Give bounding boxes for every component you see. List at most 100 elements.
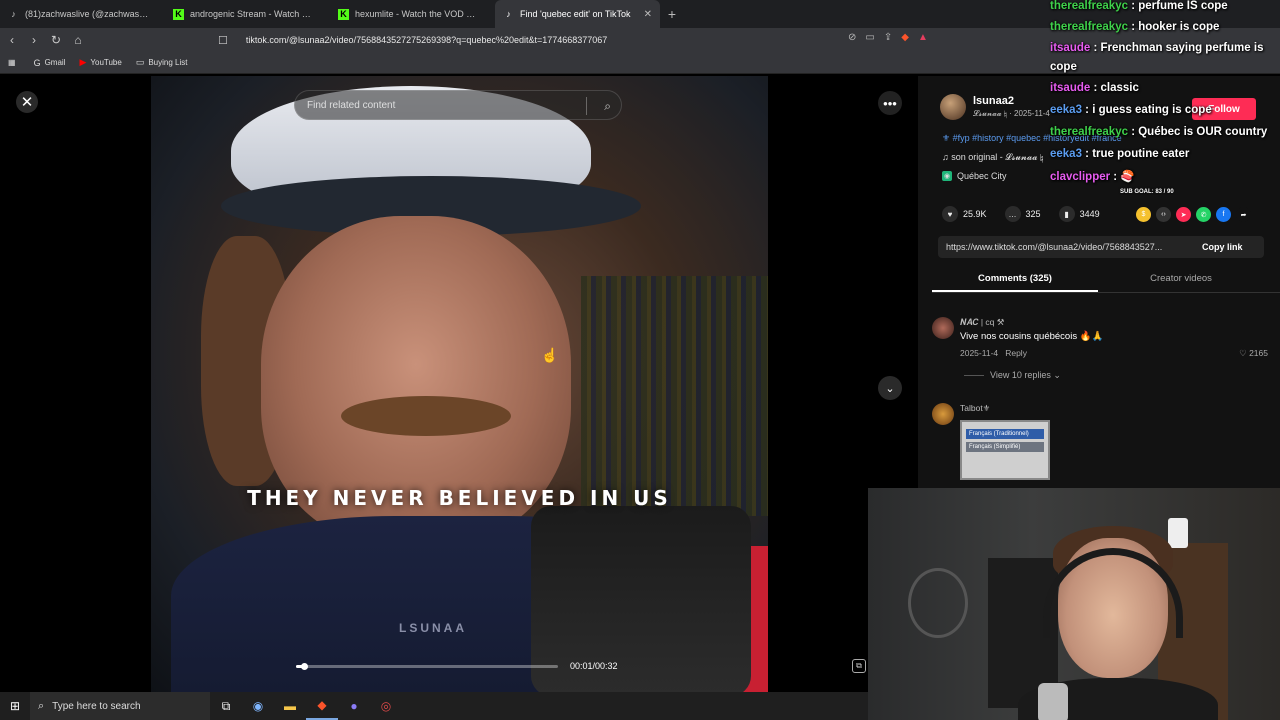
sub-goal-label: SUB GOAL: 83 / 90	[1120, 189, 1174, 195]
author-subtitle: 𝓛𝓼𝓾𝓷𝓪𝓪 ♮ · 2025-11-4	[973, 109, 1050, 118]
comment-image[interactable]: Français (Traditionnel) Français (Simpli…	[960, 420, 1050, 480]
video-player[interactable]: LSUNAA THEY NEVER BELIEVED IN US Find re…	[151, 76, 768, 692]
browser-tab[interactable]: ♪ (81)zachwaslive (@zachwaslive) | TikT	[0, 0, 165, 28]
microphone	[1038, 683, 1068, 720]
browser-tab[interactable]: K androgenic Stream - Watch Live on K	[165, 0, 330, 28]
media-icon[interactable]: ▭	[865, 32, 874, 43]
bookmark-gmail[interactable]: G Gmail	[34, 58, 66, 68]
view-replies-button[interactable]: View 10 replies ⌄	[964, 370, 1061, 381]
chat-message: therealfreakyc : Québec is OUR country	[1050, 126, 1268, 138]
bookmark-icon: ▮	[1058, 206, 1075, 222]
taskbar-search[interactable]: ⌕ Type here to search	[30, 692, 210, 720]
comment-author[interactable]: Talbot⚜	[960, 403, 990, 414]
tab-title: (81)zachwaslive (@zachwaslive) | TikT	[25, 9, 150, 19]
location-pin-icon: ◉	[942, 171, 952, 181]
windows-start-icon[interactable]: ⊞	[0, 699, 30, 713]
comment-button[interactable]: … 325	[1004, 206, 1041, 222]
location[interactable]: ◉ Québec City	[942, 171, 1007, 181]
bookmarks-bar: ▦ G Gmail ▶ YouTube ▭ Buying List	[0, 52, 1280, 74]
bookmark-buying-list[interactable]: ▭ Buying List	[136, 57, 188, 68]
comment-item: 𝑵𝑨𝑪 | cq ⚒ Vive nos cousins québécois 🔥🙏…	[932, 317, 1272, 387]
tab-comments[interactable]: Comments (325)	[932, 269, 1098, 292]
avatar[interactable]	[940, 94, 966, 120]
discord-icon[interactable]: ●	[338, 692, 370, 720]
author-name[interactable]: lsunaa2	[973, 95, 1050, 107]
coin-icon[interactable]: $	[1136, 207, 1151, 222]
browser-tab[interactable]: K hexumlite - Watch the VOD on Kick	[330, 0, 495, 28]
tab-creator-videos[interactable]: Creator videos	[1098, 269, 1264, 292]
avatar[interactable]	[932, 403, 954, 425]
tiktok-icon: ♪	[11, 9, 16, 19]
tiktok-icon: ♪	[506, 9, 511, 19]
tab-title: androgenic Stream - Watch Live on K	[190, 9, 315, 19]
mouse-cursor-icon: ☝	[541, 347, 559, 363]
related-search-input[interactable]: Find related content ⌕	[294, 90, 622, 120]
rewards-icon[interactable]: ▲	[918, 32, 928, 43]
comment-text: Vive nos cousins québécois 🔥🙏	[960, 331, 1104, 342]
comment-author[interactable]: 𝑵𝑨𝑪 | cq ⚒	[960, 317, 1004, 328]
chat-message: therealfreakyc : perfume IS cope	[1050, 0, 1228, 12]
more-options-icon[interactable]: •••	[878, 91, 902, 115]
share-arrow-icon[interactable]: ➦	[1236, 207, 1251, 222]
chat-message: itsaude : Frenchman saying perfume is	[1050, 42, 1264, 54]
folder-icon: ▭	[135, 57, 145, 67]
microphone	[531, 506, 751, 692]
save-button[interactable]: ▮ 3449	[1058, 206, 1100, 222]
kick-icon: K	[338, 8, 349, 20]
brave-shield-icon[interactable]: ◆	[901, 32, 909, 43]
engagement-stats: ♥ 25.9K … 325 ▮ 3449	[942, 206, 1118, 222]
chat-message: eeka3 : true poutine eater	[1050, 148, 1190, 160]
kick-icon: K	[173, 8, 184, 20]
facebook-icon[interactable]: f	[1216, 207, 1231, 222]
reload-icon[interactable]: ↻	[46, 33, 66, 47]
browser-tab-active[interactable]: ♪ Find 'quebec edit' on TikTok ✕	[495, 0, 660, 28]
bookmark-youtube[interactable]: ▶ YouTube	[79, 57, 121, 68]
chevron-down-icon[interactable]: ⌄	[878, 376, 902, 400]
chat-message: itsaude : classic	[1050, 82, 1139, 94]
share-url: https://www.tiktok.com/@lsunaa2/video/75…	[946, 242, 1163, 252]
comment-likes[interactable]: ♡ 2165	[1239, 348, 1268, 359]
toolbar-icons: ⊘ ▭ ⇪ ◆ ▲	[848, 32, 928, 43]
video-caption: THEY NEVER BELIEVED IN US	[247, 486, 672, 510]
task-view-icon[interactable]: ⧉	[210, 692, 242, 720]
send-icon[interactable]: ➤	[1176, 207, 1191, 222]
share-icons: $ ‹› ➤ ✆ f ➦	[1136, 207, 1251, 222]
back-icon[interactable]: ‹	[2, 33, 22, 47]
whatsapp-icon[interactable]: ✆	[1196, 207, 1211, 222]
copy-link-button[interactable]: Copy link	[1196, 242, 1243, 252]
share-link-bar: https://www.tiktok.com/@lsunaa2/video/75…	[938, 236, 1264, 258]
home-icon[interactable]: ⌂	[68, 33, 88, 47]
apps-icon[interactable]: ▦	[8, 58, 16, 67]
youtube-icon: ▶	[79, 57, 87, 67]
search-icon[interactable]: ⌕	[604, 99, 611, 114]
panel-tabs: Comments (325) Creator videos	[932, 269, 1280, 293]
reader-icon[interactable]: ⊘	[848, 32, 856, 43]
screen: ♪ (81)zachwaslive (@zachwaslive) | TikT …	[0, 0, 1280, 720]
brave-browser-icon[interactable]: ◆	[306, 692, 338, 720]
file-explorer-icon[interactable]: ▬	[274, 692, 306, 720]
bookmark-icon[interactable]: ☐	[218, 34, 228, 47]
avatar[interactable]	[932, 317, 954, 339]
video-progress-bar[interactable]	[296, 663, 558, 670]
new-tab-button[interactable]: +	[660, 6, 684, 22]
share-icon[interactable]: ⇪	[884, 32, 892, 43]
close-icon[interactable]: ✕	[16, 91, 38, 113]
miniplayer-icon[interactable]: ⧉	[852, 659, 866, 673]
close-tab-icon[interactable]: ✕	[644, 9, 652, 20]
forward-icon[interactable]: ›	[24, 33, 44, 47]
webcam-overlay	[868, 488, 1280, 720]
music-info[interactable]: ♫ son original - 𝓛𝓼𝓾𝓷𝓪𝓪 ♮	[942, 152, 1043, 163]
google-icon: G	[33, 57, 41, 68]
embed-icon[interactable]: ‹›	[1156, 207, 1171, 222]
copilot-icon[interactable]: ◉	[242, 692, 274, 720]
tab-title: Find 'quebec edit' on TikTok	[520, 9, 631, 19]
chat-message: clavclipper : 🍣	[1050, 171, 1135, 183]
author-info: lsunaa2 𝓛𝓼𝓾𝓷𝓪𝓪 ♮ · 2025-11-4	[940, 94, 1050, 120]
comment-icon: …	[1004, 206, 1021, 222]
obs-icon[interactable]: ◎	[370, 692, 402, 720]
url-text: tiktok.com/@lsunaa2/video/75688435272752…	[245, 35, 608, 45]
search-icon: ⌕	[38, 699, 45, 712]
address-bar[interactable]: ☐ tiktok.com/@lsunaa2/video/756884352727…	[218, 31, 958, 49]
like-button[interactable]: ♥ 25.9K	[942, 206, 987, 222]
reply-button[interactable]: Reply	[1005, 348, 1027, 358]
